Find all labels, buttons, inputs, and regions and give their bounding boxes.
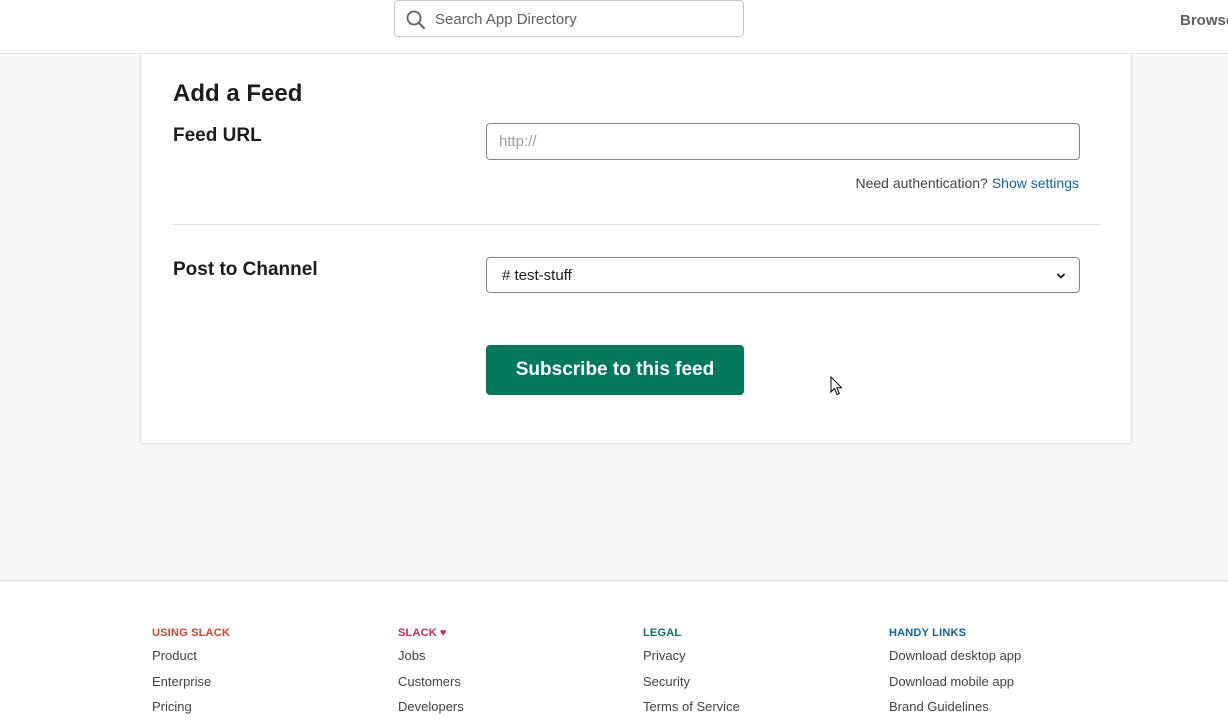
search-input[interactable]: Search App Directory [394,0,744,37]
footer-link[interactable]: Customers [398,674,464,700]
footer-heading: USING SLACK [152,627,230,639]
add-feed-card: Add a Feed Feed URL Need authentication?… [140,54,1132,444]
footer-heading: LEGAL [643,627,682,639]
footer-link[interactable]: Pricing [152,699,230,725]
footer-heading: HANDY LINKS [889,627,967,639]
footer-link[interactable]: Terms of Service [643,699,740,725]
top-bar: Search App Directory Browse [0,0,1228,54]
divider [173,224,1100,225]
footer-column-handy-links: HANDY LINKS Download desktop app Downloa… [889,627,1021,725]
show-settings-link[interactable]: Show settings [992,175,1079,191]
footer-column-slack: SLACK ♥ Jobs Customers Developers [398,627,464,725]
footer-link[interactable]: Jobs [398,648,464,674]
footer-heading: SLACK [398,627,437,639]
footer: USING SLACK Product Enterprise Pricing S… [0,580,1228,728]
page-title: Add a Feed [173,80,303,107]
footer-column-legal: LEGAL Privacy Security Terms of Service [643,627,740,725]
footer-link[interactable]: Security [643,674,740,700]
search-icon [406,10,425,29]
auth-row: Need authentication? Show settings [856,175,1080,191]
feed-url-input[interactable] [486,123,1080,160]
footer-link[interactable]: Developers [398,699,464,725]
auth-prompt: Need authentication? [855,175,988,191]
footer-heading-row: SLACK ♥ [398,627,464,639]
channel-select[interactable]: # test-stuff [486,257,1080,293]
subscribe-button[interactable]: Subscribe to this feed [486,345,744,395]
footer-link[interactable]: Product [152,648,230,674]
footer-link[interactable]: Brand Guidelines [889,699,1021,725]
chevron-down-icon [1057,273,1065,279]
footer-link[interactable]: Download desktop app [889,648,1021,674]
footer-link[interactable]: Privacy [643,648,740,674]
channel-selected-value: # test-stuff [502,267,572,284]
browse-link[interactable]: Browse [1180,12,1228,29]
footer-link[interactable]: Enterprise [152,674,230,700]
post-to-channel-label: Post to Channel [173,259,318,280]
search-placeholder: Search App Directory [435,11,577,28]
feed-url-label: Feed URL [173,125,262,146]
footer-link[interactable]: Download mobile app [889,674,1021,700]
heart-icon: ♥ [439,627,447,639]
mouse-cursor-icon [830,376,843,396]
footer-column-using-slack: USING SLACK Product Enterprise Pricing [152,627,230,725]
